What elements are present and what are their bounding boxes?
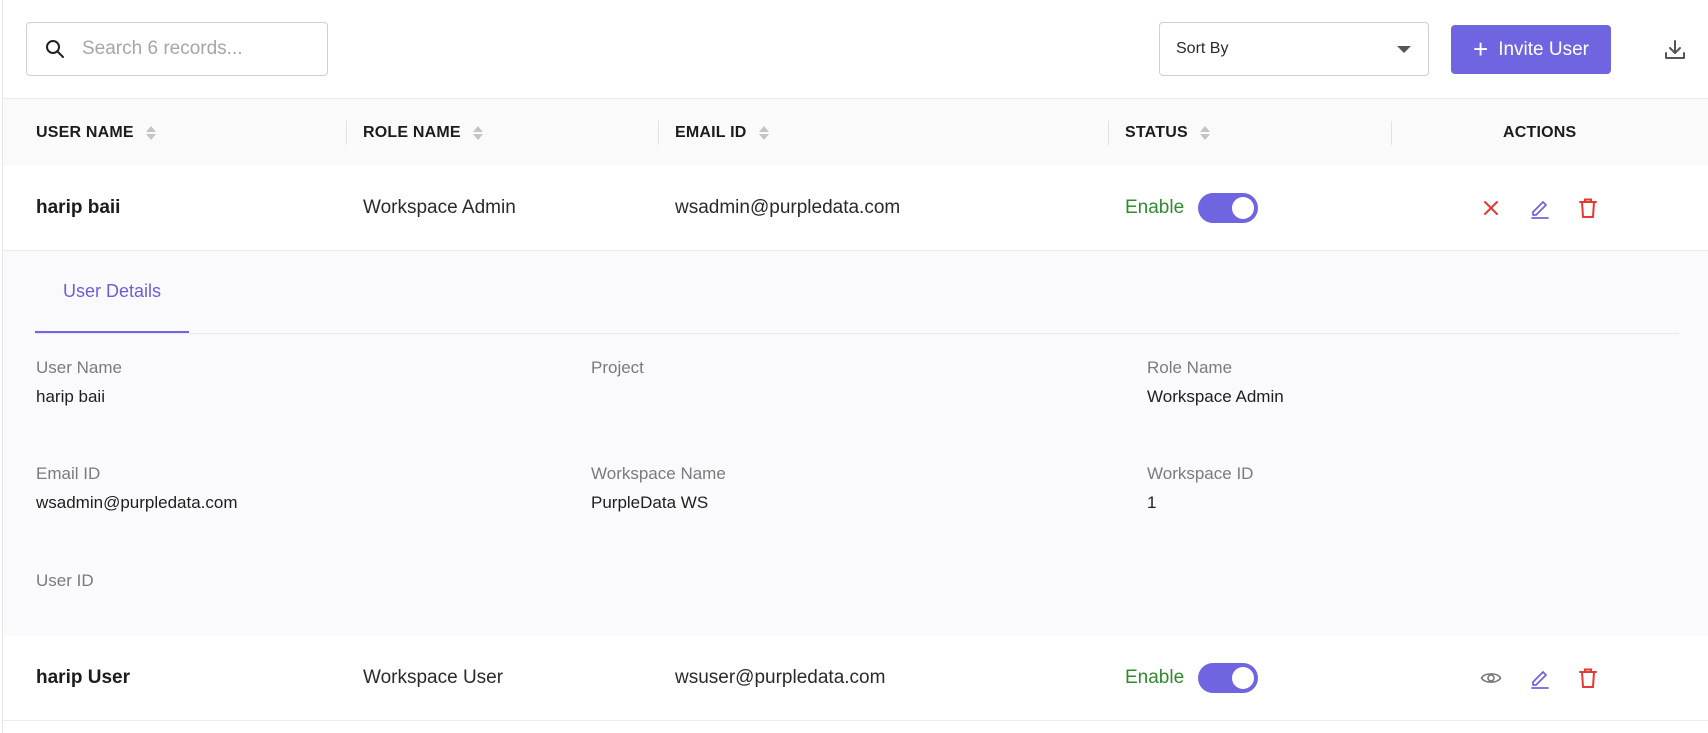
detail-label: User Name: [36, 358, 122, 377]
status-toggle[interactable]: [1198, 663, 1259, 693]
detail-label: Project: [591, 358, 644, 377]
detail-value: PurpleData WS: [591, 493, 709, 512]
column-divider: [658, 121, 659, 145]
column-divider: [346, 121, 347, 145]
table-header: USER NAME ROLE NAME EMAIL ID STATUS ACTI…: [3, 98, 1708, 167]
invite-user-label: Invite User: [1498, 38, 1589, 60]
role-name-cell: Workspace User: [363, 667, 504, 688]
toolbar: Sort By + Invite User: [3, 0, 1708, 98]
header-role-name-label: ROLE NAME: [363, 123, 461, 141]
detail-field-workspace-id: Workspace ID 1: [1147, 464, 1253, 517]
edit-icon[interactable]: [1528, 196, 1552, 220]
email-cell: wsadmin@purpledata.com: [675, 197, 901, 218]
role-name-cell: Workspace Admin: [363, 197, 516, 218]
header-user-name[interactable]: USER NAME: [36, 99, 156, 166]
detail-label: Workspace Name: [591, 464, 726, 483]
status-toggle[interactable]: [1198, 193, 1259, 223]
eye-icon[interactable]: [1479, 666, 1503, 690]
detail-label: Workspace ID: [1147, 464, 1254, 483]
user-name-cell: harip baii: [36, 197, 121, 218]
detail-value: Workspace Admin: [1147, 387, 1284, 406]
detail-field-role-name: Role Name Workspace Admin: [1147, 358, 1284, 411]
header-status[interactable]: STATUS: [1125, 99, 1210, 166]
invite-user-button[interactable]: + Invite User: [1451, 25, 1611, 74]
sort-icon: [145, 125, 156, 140]
header-user-name-label: USER NAME: [36, 123, 134, 141]
detail-field-user-name: User Name harip baii: [36, 358, 122, 411]
sort-by-select[interactable]: Sort By: [1159, 22, 1429, 76]
header-status-label: STATUS: [1125, 123, 1188, 141]
delete-icon[interactable]: [1576, 196, 1600, 220]
search-box[interactable]: [26, 22, 328, 76]
detail-value: [36, 600, 94, 624]
download-icon[interactable]: [1663, 38, 1687, 62]
header-email-id-label: EMAIL ID: [675, 123, 747, 141]
detail-label: User ID: [36, 571, 94, 590]
detail-field-user-id: User ID: [36, 571, 94, 624]
search-input[interactable]: [80, 37, 314, 61]
detail-field-workspace-name: Workspace Name PurpleData WS: [591, 464, 726, 517]
detail-value: harip baii: [36, 387, 105, 406]
table-row[interactable]: harip User Workspace User wsuser@purpled…: [3, 636, 1708, 721]
header-role-name[interactable]: ROLE NAME: [363, 99, 483, 166]
search-icon: [44, 38, 66, 60]
column-divider: [1391, 121, 1392, 145]
header-actions-label: ACTIONS: [1503, 123, 1577, 141]
sort-icon: [472, 125, 483, 140]
detail-value: [591, 387, 644, 411]
status-cell: Enable: [1125, 166, 1259, 250]
status-text: Enable: [1125, 197, 1185, 218]
sort-icon: [1199, 125, 1210, 140]
detail-field-project: Project: [591, 358, 644, 411]
delete-icon[interactable]: [1576, 666, 1600, 690]
plus-icon: +: [1473, 33, 1489, 64]
chevron-down-icon: [1397, 45, 1411, 53]
sort-by-label: Sort By: [1176, 40, 1229, 57]
email-cell: wsuser@purpledata.com: [675, 667, 886, 688]
details-tabs: User Details: [35, 251, 1679, 334]
user-details-panel: User Details User Name harip baii Projec…: [3, 251, 1708, 637]
user-name-cell: harip User: [36, 667, 130, 688]
status-cell: Enable: [1125, 636, 1259, 720]
column-divider: [1108, 121, 1109, 145]
header-actions: ACTIONS: [1503, 99, 1576, 166]
tab-user-details[interactable]: User Details: [35, 251, 189, 333]
detail-value: wsadmin@purpledata.com: [36, 493, 238, 512]
sort-icon: [758, 125, 769, 140]
header-email-id[interactable]: EMAIL ID: [675, 99, 769, 166]
detail-field-email-id: Email ID wsadmin@purpledata.com: [36, 464, 238, 517]
detail-label: Role Name: [1147, 358, 1233, 377]
table-row[interactable]: harip baii Workspace Admin wsadmin@purpl…: [3, 166, 1708, 251]
edit-icon[interactable]: [1528, 666, 1552, 690]
close-icon[interactable]: [1479, 196, 1503, 220]
detail-label: Email ID: [36, 464, 101, 483]
detail-value: 1: [1147, 493, 1157, 512]
users-table-panel: Sort By + Invite User USER NAME ROLE NAM…: [2, 0, 1708, 733]
status-text: Enable: [1125, 667, 1185, 688]
